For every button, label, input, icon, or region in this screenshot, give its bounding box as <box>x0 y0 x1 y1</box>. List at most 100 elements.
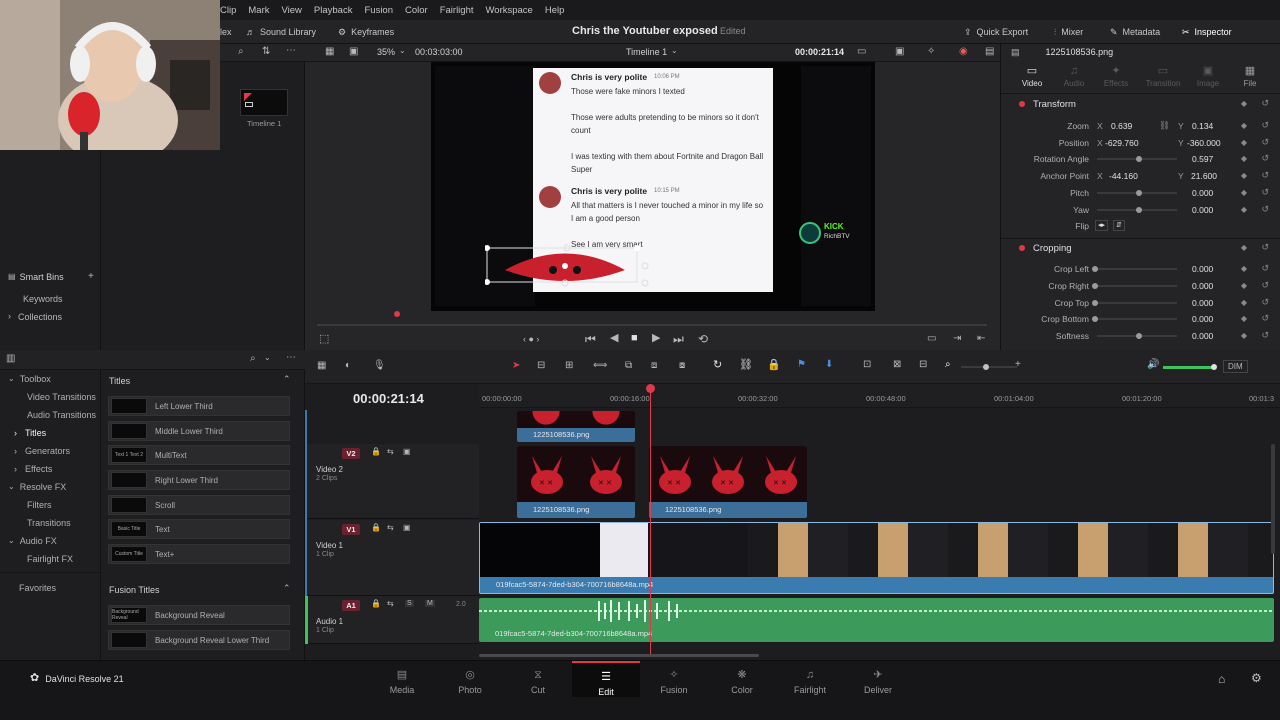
reset-icon[interactable]: ↺ <box>1261 242 1269 253</box>
menu-workspace[interactable]: Workspace <box>486 5 533 16</box>
reset-icon[interactable]: ↺ <box>1261 120 1269 131</box>
page-photo[interactable]: ◎ Photo <box>436 661 504 696</box>
softness-handle[interactable] <box>1136 333 1142 339</box>
menu-mark[interactable]: Mark <box>248 5 269 16</box>
selection-tool-icon[interactable]: ➤ <box>512 361 520 371</box>
reset-icon[interactable]: ↺ <box>1261 170 1269 181</box>
page-fairlight[interactable]: ♫ Fairlight <box>776 661 844 696</box>
zoom-in-icon[interactable]: + <box>1015 360 1021 370</box>
go-to-end-icon[interactable]: ⏭ <box>673 333 684 345</box>
mute-button[interactable]: M <box>425 600 435 607</box>
panel-toggle-icon[interactable]: ▥ <box>6 354 15 364</box>
play-icon[interactable]: ▶ <box>652 333 660 344</box>
layout-icon[interactable]: ▦ <box>325 47 334 57</box>
page-deliver[interactable]: ✈ Deliver <box>844 661 912 696</box>
crop-right-input[interactable]: 0.000 <box>1192 281 1213 291</box>
inspector-button[interactable]: ✂ Inspector <box>1182 20 1232 44</box>
transform-enable-toggle[interactable] <box>1019 101 1025 107</box>
reset-icon[interactable]: ↺ <box>1261 297 1269 308</box>
transform-mode-icon[interactable]: ▣ <box>895 47 904 57</box>
crop-right-slider[interactable] <box>1097 285 1177 287</box>
dim-button[interactable]: DIM <box>1223 360 1248 373</box>
timeline-clip-video[interactable]: 019fcac5-5874-7ded-b304-700716b8648a.mp4 <box>479 522 1274 594</box>
keyframe-diamond-icon[interactable]: ◆ <box>1241 121 1247 130</box>
timeline-clip-png-1[interactable]: ✕ ✕ ✕ ✕ 1225108536.png <box>517 446 635 518</box>
scrubber-playhead[interactable] <box>394 311 400 317</box>
nav-audio-fx[interactable]: ⌄ Audio FX <box>0 532 100 550</box>
position-x-input[interactable]: -629.760 <box>1105 138 1139 148</box>
tab-image[interactable]: ▣ Image <box>1193 66 1223 89</box>
collapse-icon[interactable]: ⌃ <box>283 375 291 384</box>
smart-bins[interactable]: ▤ Smart Bins + <box>0 268 100 286</box>
metadata-button[interactable]: ✎ Metadata <box>1110 20 1160 44</box>
zoom-x-input[interactable]: 0.639 <box>1111 121 1132 131</box>
keyframe-diamond-icon[interactable]: ◆ <box>1241 171 1247 180</box>
crop-bottom-input[interactable]: 0.000 <box>1192 314 1213 324</box>
record-icon[interactable]: ◉ <box>959 47 968 57</box>
page-color[interactable]: ❋ Color <box>708 661 776 696</box>
zoom-level[interactable]: 35% <box>377 47 395 57</box>
nav-filters[interactable]: Filters <box>0 496 100 514</box>
reset-icon[interactable]: ↺ <box>1261 280 1269 291</box>
view-options-icon[interactable]: ◐ <box>345 361 351 371</box>
page-edit[interactable]: ☰ Edit <box>572 661 640 697</box>
viewer-canvas[interactable]: Chris is very polite 10:06 PM Those were… <box>431 62 875 311</box>
chevron-down-icon[interactable]: ⌄ <box>399 47 406 55</box>
position-y-input[interactable]: -360.000 <box>1187 138 1221 148</box>
volume-handle[interactable] <box>1211 364 1217 370</box>
settings-gear-icon[interactable]: ⚙ <box>1251 672 1262 684</box>
menu-fusion[interactable]: Fusion <box>364 5 393 16</box>
timeline-thumbnail[interactable] <box>240 89 288 116</box>
nav-generators[interactable]: › Generators <box>0 442 100 460</box>
softness-input[interactable]: 0.000 <box>1192 331 1213 341</box>
search-icon[interactable]: ⌕ <box>250 354 256 364</box>
nav-effects[interactable]: › Effects <box>0 460 100 478</box>
nav-transitions[interactable]: Transitions <box>0 514 100 532</box>
crop-left-handle[interactable] <box>1092 266 1098 272</box>
more-icon[interactable]: ⋯ <box>286 353 296 363</box>
tab-effects[interactable]: ✦ Effects <box>1101 66 1131 89</box>
timeline-clip-audio[interactable]: 019fcac5-5874-7ded-b304-700716b8648a.mp4 <box>479 598 1274 642</box>
keyframe-diamond-icon[interactable]: ◆ <box>1241 298 1247 307</box>
viewer-mode-icon[interactable]: ▣ <box>349 47 358 57</box>
zoom-slider[interactable] <box>961 366 1017 368</box>
chevron-down-icon[interactable]: ⌄ <box>264 354 271 362</box>
nav-fairlight-fx[interactable]: Fairlight FX <box>0 550 100 568</box>
nav-titles[interactable]: › Titles <box>0 424 100 442</box>
auto-select-icon[interactable]: ⇆ <box>387 448 394 456</box>
reset-icon[interactable]: ↺ <box>1261 187 1269 198</box>
vertical-scrollbar[interactable] <box>1271 444 1275 554</box>
track-visibility-icon[interactable]: ▣ <box>403 448 411 456</box>
playhead-handle[interactable] <box>646 384 655 393</box>
zoom-full-icon[interactable]: ⊡ <box>863 360 871 370</box>
menu-color[interactable]: Color <box>405 5 428 16</box>
page-media[interactable]: ▤ Media <box>368 661 436 696</box>
lock-icon[interactable]: 🔒 <box>371 600 381 608</box>
keyframe-diamond-icon[interactable]: ◆ <box>1241 99 1247 108</box>
cropping-section-header[interactable]: Cropping ◆ ↺ <box>1001 242 1280 256</box>
crop-bottom-slider[interactable] <box>1097 318 1177 320</box>
flip-horizontal-icon[interactable]: ◂▸ <box>1095 220 1109 231</box>
search-icon[interactable]: ⌕ <box>238 47 244 57</box>
menu-help[interactable]: Help <box>545 5 565 16</box>
crop-tool-icon[interactable]: ⬚ <box>319 334 329 345</box>
auto-select-icon[interactable]: ⇆ <box>387 600 394 608</box>
solo-button[interactable]: S <box>405 600 414 607</box>
loop-icon[interactable]: ⟲ <box>698 333 708 345</box>
keyframe-diamond-icon[interactable]: ◆ <box>1241 314 1247 323</box>
crop-top-input[interactable]: 0.000 <box>1192 298 1213 308</box>
timeline-selector[interactable]: Timeline 1 <box>626 47 667 57</box>
magnifier-icon[interactable]: ⌕ <box>945 360 951 370</box>
timeline-playhead[interactable] <box>650 384 651 654</box>
marker-icon[interactable]: ⬇ <box>825 360 833 370</box>
microphone-icon[interactable]: 🎙 <box>373 361 386 371</box>
zoom-slider-handle[interactable] <box>983 364 989 370</box>
title-item-multitext[interactable]: Text 1 Text 2 MultiText <box>108 445 290 465</box>
zoom-detail-icon[interactable]: ⊠ <box>893 360 901 370</box>
home-icon[interactable]: ⌂ <box>1218 673 1225 685</box>
lock-icon[interactable]: 🔒 <box>371 448 381 456</box>
yaw-input[interactable]: 0.000 <box>1192 205 1213 215</box>
track-visibility-icon[interactable]: ▣ <box>403 524 411 532</box>
page-fusion[interactable]: ✧ Fusion <box>640 661 708 696</box>
menu-playback[interactable]: Playback <box>314 5 353 16</box>
